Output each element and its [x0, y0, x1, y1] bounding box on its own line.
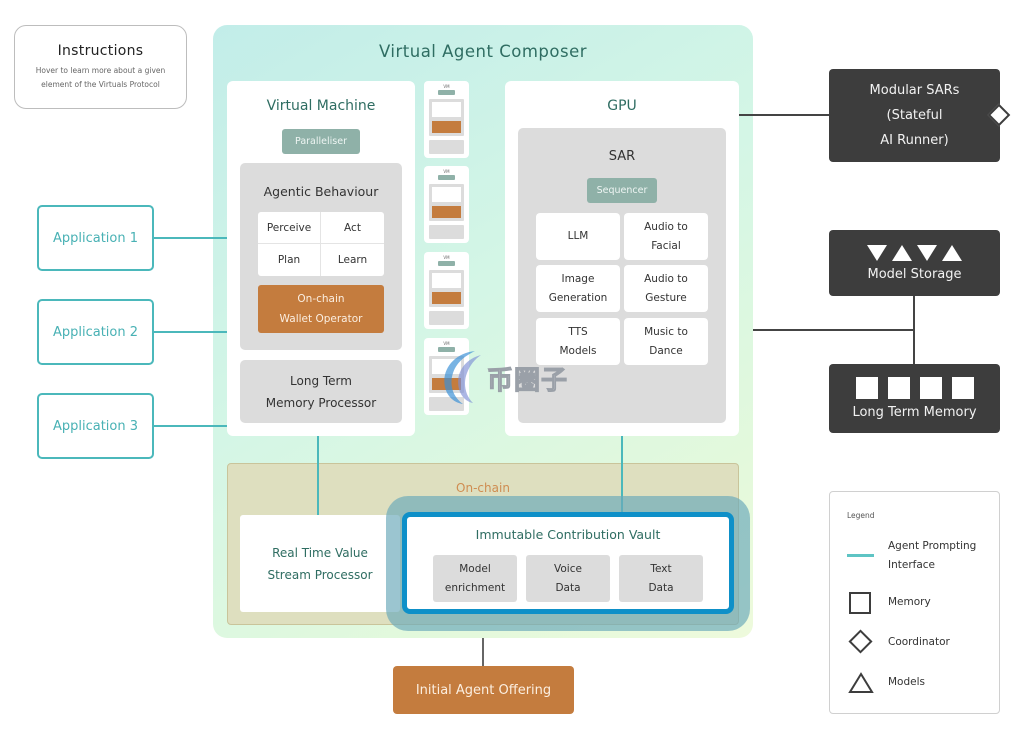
connector-gpu-modular-sars [739, 114, 829, 116]
sar-audio-to-facial[interactable]: Audio to Facial [624, 213, 708, 260]
initial-agent-offering[interactable]: Initial Agent Offering [393, 666, 574, 714]
square-icon [887, 377, 910, 399]
long-term-memory-processor[interactable]: Long Term Memory Processor [240, 360, 402, 423]
virtual-machine-title: Virtual Machine [266, 98, 376, 114]
triangle-icon [867, 244, 887, 261]
instructions-description: Hover to learn more about a given elemen… [35, 65, 166, 89]
vm-chip [438, 90, 455, 95]
behaviour-learn[interactable]: Learn [321, 244, 384, 276]
vault-title: Immutable Contribution Vault [475, 527, 661, 542]
models-triangles-icon [867, 244, 962, 261]
gpu-title: GPU [607, 98, 637, 114]
connector-application-3 [154, 425, 227, 427]
triangle-icon [848, 672, 874, 693]
square-icon [919, 377, 942, 399]
legend-coordinator: Coordinator [888, 636, 950, 648]
square-icon [849, 592, 871, 614]
connector-application-2 [154, 331, 227, 333]
connector-application-1 [154, 237, 227, 239]
vm-chip [438, 175, 455, 180]
sar-image-generation[interactable]: Image Generation [536, 265, 620, 312]
behaviour-grid: Perceive Act Plan Learn [258, 212, 384, 276]
vm-instance[interactable]: VM [424, 252, 469, 329]
square-icon [951, 377, 974, 399]
behaviour-plan[interactable]: Plan [258, 244, 321, 276]
connector-storage-memory [913, 296, 915, 364]
memory-squares-icon [855, 377, 974, 399]
onchain-title: On-chain [456, 481, 510, 495]
vm-instance[interactable]: VM [424, 166, 469, 243]
agentic-behaviour-title: Agentic Behaviour [263, 184, 379, 199]
instructions-card: Instructions Hover to learn more about a… [14, 25, 187, 109]
application-2[interactable]: Application 2 [37, 299, 154, 365]
square-icon [855, 377, 878, 399]
vault-voice-data[interactable]: Voice Data [526, 555, 610, 602]
onchain-wallet-operator[interactable]: On-chain Wallet Operator [258, 285, 384, 333]
triangle-icon [917, 244, 937, 261]
legend-models: Models [888, 676, 925, 688]
connector-vm-rtv [317, 436, 319, 515]
application-3[interactable]: Application 3 [37, 393, 154, 459]
paralleliser-chip[interactable]: Paralleliser [282, 129, 360, 154]
real-time-value-stream-processor[interactable]: Real Time Value Stream Processor [240, 515, 400, 612]
sar-llm[interactable]: LLM [536, 213, 620, 260]
vm-instance[interactable]: VM [424, 81, 469, 158]
vault-text-data[interactable]: Text Data [619, 555, 703, 602]
triangle-icon [892, 244, 912, 261]
sar-title: SAR [608, 149, 636, 164]
vm-chip [438, 261, 455, 266]
composer-title: Virtual Agent Composer [378, 42, 588, 61]
instructions-title: Instructions [57, 42, 144, 59]
connector-composer-storage [753, 329, 915, 331]
vault-model-enrichment[interactable]: Model enrichment [433, 555, 517, 602]
long-term-memory-node[interactable]: Long Term Memory [829, 364, 1000, 433]
triangle-icon [942, 244, 962, 261]
model-storage-node[interactable]: Model Storage [829, 230, 1000, 296]
application-1[interactable]: Application 1 [37, 205, 154, 271]
modular-sars-node[interactable]: Modular SARs (Stateful AI Runner) [829, 69, 1000, 162]
behaviour-act[interactable]: Act [321, 212, 384, 244]
connector-composer-iao [482, 638, 484, 666]
sar-music-to-dance[interactable]: Music to Dance [624, 318, 708, 365]
behaviour-perceive[interactable]: Perceive [258, 212, 321, 244]
watermark-text: 币圈子 [486, 366, 569, 397]
teal-line-icon [847, 554, 874, 557]
legend-agent-prompting-interface: Agent Prompting Interface [888, 540, 977, 571]
legend-title: Legend [847, 511, 875, 520]
sequencer-chip[interactable]: Sequencer [587, 178, 657, 203]
legend-memory: Memory [888, 596, 931, 608]
sar-audio-to-gesture[interactable]: Audio to Gesture [624, 265, 708, 312]
